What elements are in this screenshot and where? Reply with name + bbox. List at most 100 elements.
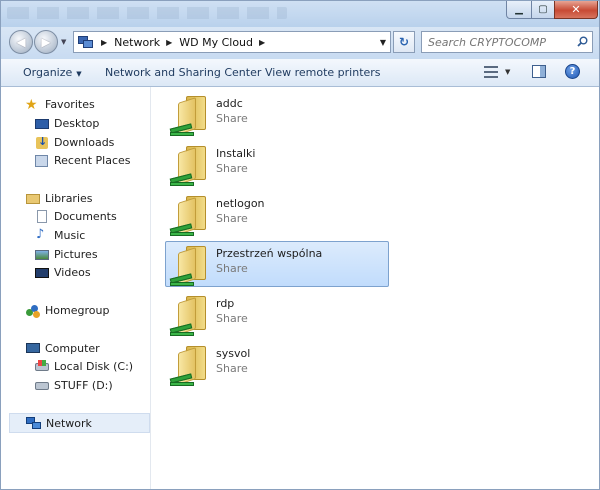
address-bar[interactable]: ▶ Network ▶ WD My Cloud ▶ ▼ xyxy=(73,31,391,53)
network-location-icon xyxy=(77,35,95,49)
search-input[interactable] xyxy=(422,32,572,52)
share-name: Przestrzeń wspólna xyxy=(216,247,323,260)
search-box[interactable] xyxy=(421,31,593,53)
breadcrumb-separator-icon[interactable]: ▶ xyxy=(101,38,107,47)
command-bar: Organize ▼ Network and Sharing Center Vie… xyxy=(1,59,599,87)
nav-item-downloads[interactable]: Downloads xyxy=(34,133,114,152)
videos-icon xyxy=(34,266,50,280)
address-dropdown-icon[interactable]: ▼ xyxy=(380,38,386,47)
breadcrumb-separator-icon[interactable]: ▶ xyxy=(259,38,265,47)
nav-libraries[interactable]: Libraries xyxy=(25,189,93,208)
shared-folder-icon xyxy=(169,94,210,138)
homegroup-icon xyxy=(25,304,41,318)
share-name: rdp xyxy=(216,297,235,310)
share-item-sysvol[interactable]: sysvol Share xyxy=(165,341,389,387)
share-type: Share xyxy=(216,212,248,225)
refresh-icon: ↻ xyxy=(398,35,410,49)
nav-item-documents[interactable]: Documents xyxy=(34,207,117,226)
nav-item-label: STUFF (D:) xyxy=(54,379,113,392)
nav-item-stuff-d[interactable]: STUFF (D:) xyxy=(34,376,113,395)
nav-item-videos[interactable]: Videos xyxy=(34,263,91,282)
view-remote-printers-button[interactable]: View remote printers xyxy=(265,66,381,79)
nav-network[interactable]: Network xyxy=(9,413,150,433)
nav-item-pictures[interactable]: Pictures xyxy=(34,245,98,264)
back-arrow-icon: ◀ xyxy=(16,35,26,49)
nav-item-label: Documents xyxy=(54,210,117,223)
share-type: Share xyxy=(216,162,248,175)
nav-computer[interactable]: Computer xyxy=(25,339,100,358)
share-item-rdp[interactable]: rdp Share xyxy=(165,291,389,337)
share-type: Share xyxy=(216,362,248,375)
forward-button[interactable]: ▶ xyxy=(34,30,58,54)
recent-pages-dropdown-icon[interactable]: ▼ xyxy=(61,38,66,46)
share-item-instalki[interactable]: Instalki Share xyxy=(165,141,389,187)
nav-homegroup-label: Homegroup xyxy=(45,304,110,317)
change-view-icon[interactable] xyxy=(484,66,498,78)
nav-item-desktop[interactable]: Desktop xyxy=(34,114,99,133)
pictures-icon xyxy=(34,248,50,262)
refresh-button[interactable]: ↻ xyxy=(393,31,415,53)
search-icon[interactable] xyxy=(577,36,588,47)
organize-dropdown-icon: ▼ xyxy=(76,70,82,78)
documents-icon xyxy=(34,209,50,224)
nav-favorites[interactable]: ★ Favorites xyxy=(25,95,95,114)
shared-folder-icon xyxy=(169,294,210,338)
shared-folder-icon xyxy=(169,344,210,388)
shared-folder-icon xyxy=(169,244,210,288)
nav-item-music[interactable]: ♪ Music xyxy=(34,226,85,245)
network-sharing-center-button[interactable]: Network and Sharing Center xyxy=(105,66,261,79)
nav-favorites-label: Favorites xyxy=(45,98,95,111)
breadcrumb-network[interactable]: Network xyxy=(114,36,160,49)
preview-pane-icon[interactable] xyxy=(532,65,546,78)
share-type: Share xyxy=(216,312,248,325)
close-button[interactable]: ✕ xyxy=(554,1,598,19)
title-bar-background-ghost xyxy=(7,7,287,19)
address-row: ◀ ▶ ▼ ▶ Network ▶ WD My Cloud ▶ ▼ ↻ xyxy=(1,27,599,59)
back-button[interactable]: ◀ xyxy=(9,30,33,54)
drive-icon xyxy=(34,379,50,393)
organize-button[interactable]: Organize ▼ xyxy=(23,66,82,79)
network-icon xyxy=(26,416,42,430)
downloads-icon xyxy=(34,135,50,150)
libraries-icon xyxy=(25,192,41,206)
shared-folder-icon xyxy=(169,194,210,238)
share-type: Share xyxy=(216,112,248,125)
breadcrumb: ▶ Network ▶ WD My Cloud ▶ xyxy=(95,32,272,52)
recent-places-icon xyxy=(34,154,50,168)
nav-item-recent-places[interactable]: Recent Places xyxy=(34,151,131,170)
breadcrumb-separator-icon[interactable]: ▶ xyxy=(166,38,172,47)
system-drive-icon xyxy=(34,359,50,374)
share-item-addc[interactable]: addc Share xyxy=(165,91,389,137)
star-icon: ★ xyxy=(25,96,38,113)
share-type: Share xyxy=(216,262,248,275)
nav-item-label: Local Disk (C:) xyxy=(54,360,134,373)
nav-item-local-disk-c[interactable]: Local Disk (C:) xyxy=(34,357,133,376)
title-bar: ▁ ▢ ✕ xyxy=(1,1,599,27)
share-item-przestrzen-wspolna[interactable]: Przestrzeń wspólna Share xyxy=(165,241,389,287)
minimize-button[interactable]: ▁ xyxy=(506,1,532,19)
help-icon[interactable]: ? xyxy=(565,64,580,79)
minimize-icon: ▁ xyxy=(515,4,523,15)
nav-item-label: Videos xyxy=(54,266,91,279)
nav-computer-label: Computer xyxy=(45,342,100,355)
view-dropdown-icon[interactable]: ▼ xyxy=(505,68,510,76)
nav-homegroup[interactable]: Homegroup xyxy=(25,301,109,320)
share-name: sysvol xyxy=(216,347,251,360)
share-name: netlogon xyxy=(216,197,265,210)
nav-network-label: Network xyxy=(46,416,92,430)
organize-label: Organize xyxy=(23,66,73,79)
desktop-icon xyxy=(34,117,50,131)
nav-item-label: Recent Places xyxy=(54,154,131,167)
maximize-button[interactable]: ▢ xyxy=(531,1,555,19)
share-name: Instalki xyxy=(216,147,256,160)
shared-folder-icon xyxy=(169,144,210,188)
share-name: addc xyxy=(216,97,243,110)
music-icon: ♪ xyxy=(36,226,45,242)
explorer-window: ▁ ▢ ✕ ◀ ▶ ▼ ▶ Network ▶ WD My Cloud ▶ ▼ … xyxy=(0,0,600,490)
breadcrumb-wd-my-cloud[interactable]: WD My Cloud xyxy=(179,36,253,49)
nav-item-label: Desktop xyxy=(54,117,100,130)
nav-item-label: Pictures xyxy=(54,248,98,261)
maximize-icon: ▢ xyxy=(538,4,548,15)
share-item-netlogon[interactable]: netlogon Share xyxy=(165,191,389,237)
close-icon: ✕ xyxy=(571,3,581,16)
